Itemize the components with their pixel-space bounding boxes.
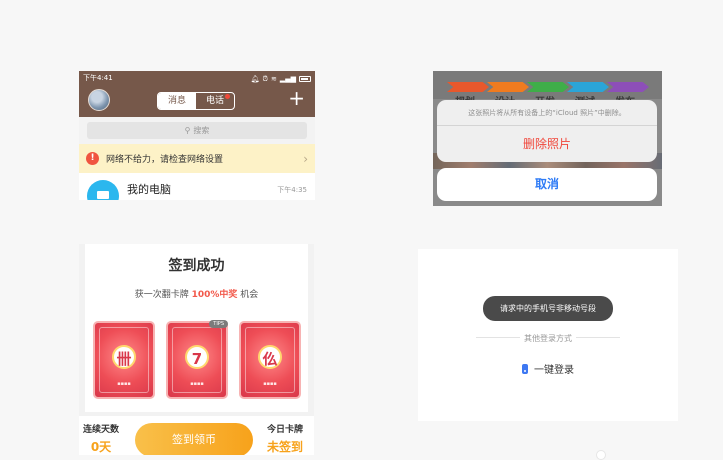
network-alert[interactable]: ! 网络不给力，请检查网络设置 › [79,144,315,173]
today-value: 未签到 [267,440,304,454]
checkin-subtitle: 获一次翻卡牌 100%中奖 机会 [85,287,308,300]
checkin-bottom-bar: 连续天数 0天 签到领币 今日卡牌 未签到 [79,416,314,455]
page-indicator [596,450,606,460]
computer-icon [87,180,119,200]
card-caption: ▪▪▪▪ [190,381,204,387]
checkin-screen: 签到成功 获一次翻卡牌 100%中奖 机会 卌 ▪▪▪▪ 7 ▪▪▪▪ TIPS… [79,244,314,455]
login-screen: 请求中的手机号非移动号段 其他登录方式 一键登录 [418,249,678,421]
one-key-login-label: 一键登录 [534,365,574,376]
wifi-icon: ≋ [270,74,277,83]
sheet-message: 这张照片将从所有设备上的“iCloud 照片”中删除。 [437,100,657,126]
flip-card[interactable]: 卌 ▪▪▪▪ [93,321,155,399]
chevron-right-icon: › [303,151,308,166]
subtitle-prefix: 获一次翻卡牌 [134,290,189,300]
search-placeholder: 搜索 [193,126,210,135]
checkin-coin-button[interactable]: 签到领币 [135,423,253,455]
delete-photo-button[interactable]: 删除照片 [437,126,657,162]
consecutive-value: 0天 [90,440,112,454]
consecutive-label: 连续天数 [83,425,120,435]
card-tag: TIPS [209,320,228,328]
warning-icon: ! [86,152,99,165]
step-arrow [527,82,569,92]
add-button[interactable]: + [288,88,305,108]
flip-card[interactable]: 仫 ▪▪▪▪ [239,321,301,399]
card-emblem: 卌 [112,345,136,369]
card-emblem: 仫 [258,345,282,369]
today-label: 今日卡牌 [267,425,304,435]
notification-dot [225,94,230,99]
step-arrow [607,82,649,92]
other-login-methods: 其他登录方式 [524,334,572,343]
error-toast: 请求中的手机号非移动号段 [483,296,613,321]
today-card: 今日卡牌 未签到 [267,422,303,455]
card-caption: ▪▪▪▪ [263,381,277,387]
tab-calls[interactable]: 电话 [196,93,234,109]
alarm-icon: ⏰︎ [262,74,268,83]
tab-calls-label: 电话 [205,96,224,106]
card-caption: ▪▪▪▪ [117,381,131,387]
segment-control: 消息 电话 [157,92,235,110]
ios-action-sheet-screen: 规划 设计 开发 测试 发布 这张照片将从所有设备上的“iCloud 照片”中删… [433,71,662,206]
divider [576,337,620,338]
chat-time: 下午4:35 [277,186,307,194]
subtitle-suffix: 机会 [240,290,259,300]
page-title: 签到成功 [168,258,225,274]
status-bar: 下午4:41 🔔︎ ⏰︎ ≋ ▂▄▆ [79,71,315,84]
signal-icon: ▂▄▆ [279,74,296,83]
avatar[interactable] [88,89,110,111]
tab-messages[interactable]: 消息 [158,93,196,109]
qq-header: 下午4:41 🔔︎ ⏰︎ ≋ ▂▄▆ 消息 电话 + [79,71,315,117]
bell-icon: 🔔︎ [250,74,260,83]
alert-text: 网络不给力，请检查网络设置 [106,155,224,165]
flip-card[interactable]: 7 ▪▪▪▪ TIPS [166,320,228,399]
search-icon: ⚲ [184,126,191,135]
cancel-button[interactable]: 取消 [437,168,657,201]
process-steps: 规划 设计 开发 测试 发布 [433,71,662,108]
card-emblem: 7 [185,345,209,369]
status-time: 下午4:41 [83,74,113,82]
one-key-login-button[interactable]: 一键登录 [522,361,574,376]
list-item[interactable]: 我的电脑 下午4:35 [79,173,315,200]
subtitle-highlight: 100%中奖 [191,290,238,300]
battery-icon [299,76,311,82]
action-sheet: 这张照片将从所有设备上的“iCloud 照片”中删除。 删除照片 [437,100,657,162]
step-arrow [487,82,529,92]
step-arrow [567,82,609,92]
qq-message-screen: 下午4:41 🔔︎ ⏰︎ ≋ ▂▄▆ 消息 电话 + ⚲ 搜索 ! 网络不给力，… [79,71,315,200]
checkin-card: 签到成功 获一次翻卡牌 100%中奖 机会 卌 ▪▪▪▪ 7 ▪▪▪▪ TIPS… [85,244,308,412]
step-arrow [447,82,489,92]
consecutive-days: 连续天数 0天 [83,422,119,455]
phone-icon [522,363,528,374]
search-input[interactable]: ⚲ 搜索 [87,122,307,139]
search-bar: ⚲ 搜索 [79,117,315,144]
